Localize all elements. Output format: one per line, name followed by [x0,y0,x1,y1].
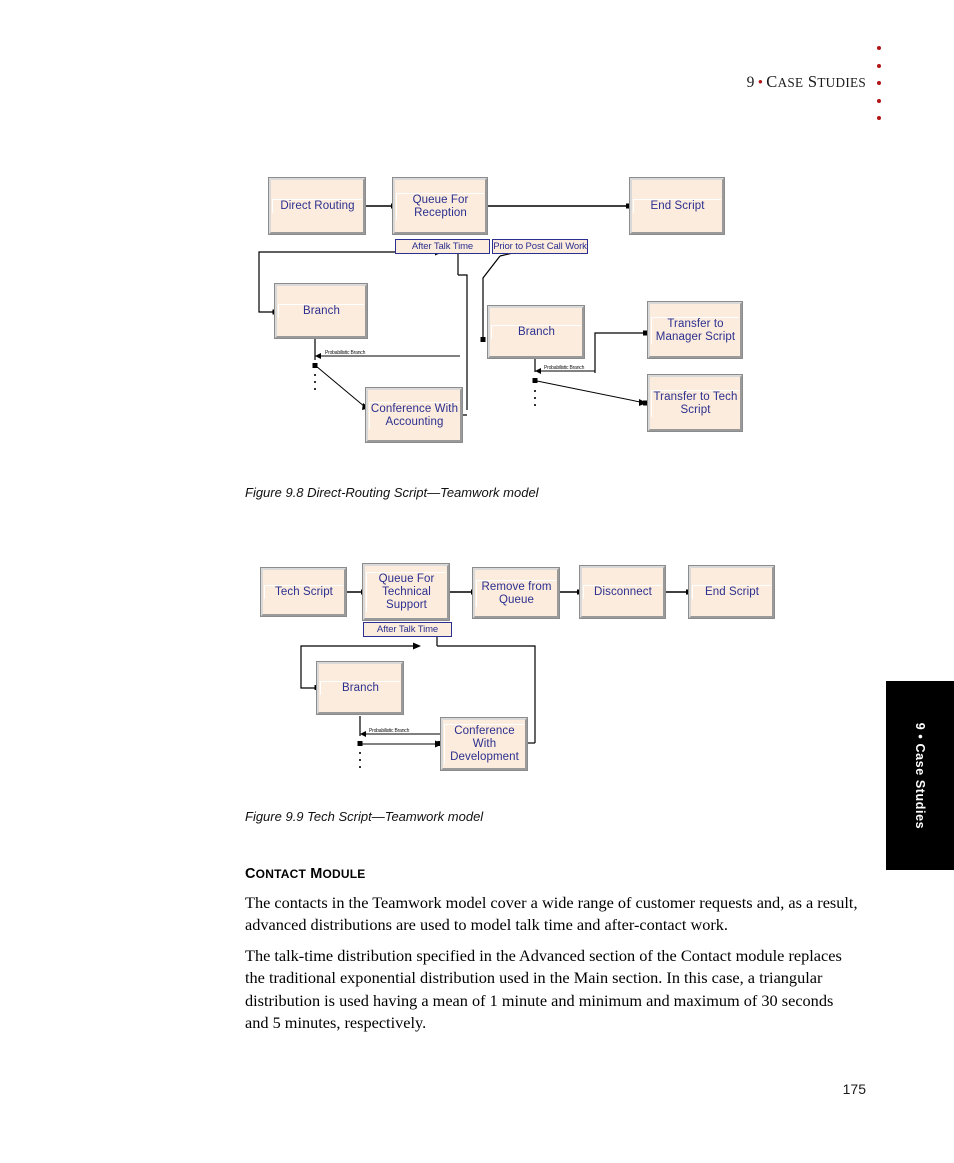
node-branch-right[interactable]: Branch [487,305,585,359]
figure-9-9-caption: Figure 9.9 Tech Script—Teamwork model [245,809,484,824]
node-label: Transfer to Tech Script [651,389,739,417]
node-label: Branch [278,304,364,318]
label-box-text: After Talk Time [376,624,439,635]
node-transfer-to-manager-script[interactable]: Transfer to Manager Script [647,301,743,359]
header-chapter-title: CASE STUDIES [766,72,866,91]
figure-9-9: Tech Script Queue For Technical Support … [245,558,785,798]
label-box-after-talk-time[interactable]: After Talk Time [395,239,490,254]
node-label: Queue For Reception [396,192,484,220]
node-label: Remove from Queue [476,579,556,607]
margin-dot-column [872,46,886,134]
label-box-after-talk-time[interactable]: After Talk Time [363,622,452,637]
node-direct-routing[interactable]: Direct Routing [268,177,366,235]
header-chapter-number: 9 [746,74,755,91]
node-label: Conference With Accounting [369,401,459,429]
section-heading-text: CONTACT MODULE [245,866,366,882]
node-conference-with-development[interactable]: Conference With Development [440,717,528,771]
node-remove-from-queue[interactable]: Remove from Queue [472,567,560,619]
header-title-text: CASE STUDIES [766,72,866,91]
margin-dot [877,46,881,50]
page-number: 175 [842,1081,866,1097]
node-label: Direct Routing [272,199,362,213]
section-heading: CONTACT MODULE [245,866,366,882]
edge-label-probabilistic-branch-left: Probabilistic Branch [325,349,366,357]
node-label: Branch [320,681,400,695]
node-label: Disconnect [583,585,662,599]
node-label: End Script [633,199,721,213]
thumb-tab-label: 9 • Case Studies [913,722,927,829]
node-label: Queue For Technical Support [366,572,446,612]
node-label: Branch [491,325,581,339]
edge-label-probabilistic-branch: Probabilistic Branch [369,727,410,735]
node-label: Tech Script [264,585,343,599]
node-tech-script[interactable]: Tech Script [260,567,347,617]
margin-dot [877,81,881,85]
chapter-thumb-tab: 9 • Case Studies [886,681,954,870]
label-box-prior-to-post-call-work[interactable]: Prior to Post Call Work [492,239,588,254]
paragraph-2: The talk-time distribution specified in … [245,946,842,1033]
node-queue-for-reception[interactable]: Queue For Reception [392,177,488,235]
node-conference-with-accounting[interactable]: Conference With Accounting [365,387,463,443]
node-end-script[interactable]: End Script [688,565,775,619]
running-header: 9 • CASE STUDIES [0,72,866,92]
label-box-text: Prior to Post Call Work [493,241,587,252]
node-label: Transfer to Manager Script [651,316,739,344]
node-queue-for-technical-support[interactable]: Queue For Technical Support [362,563,450,621]
label-box-text: After Talk Time [411,241,474,252]
margin-dot [877,98,881,103]
node-label: Conference With Development [444,724,524,764]
node-label: End Script [692,585,771,599]
figure-9-8: Direct Routing Queue For Reception End S… [245,160,865,470]
margin-dot [877,116,881,120]
node-transfer-to-tech-script[interactable]: Transfer to Tech Script [647,374,743,432]
margin-dot [877,63,881,68]
node-disconnect[interactable]: Disconnect [579,565,666,619]
node-branch-left[interactable]: Branch [274,283,368,339]
figure-9-8-caption: Figure 9.8 Direct-Routing Script—Teamwor… [245,485,539,500]
edge-label-probabilistic-branch-right: Probabilistic Branch [544,364,585,372]
node-end-script[interactable]: End Script [629,177,725,235]
node-branch[interactable]: Branch [316,661,404,715]
paragraph-1: The contacts in the Teamwork model cover… [245,893,858,935]
header-separator-dot: • [757,75,764,91]
